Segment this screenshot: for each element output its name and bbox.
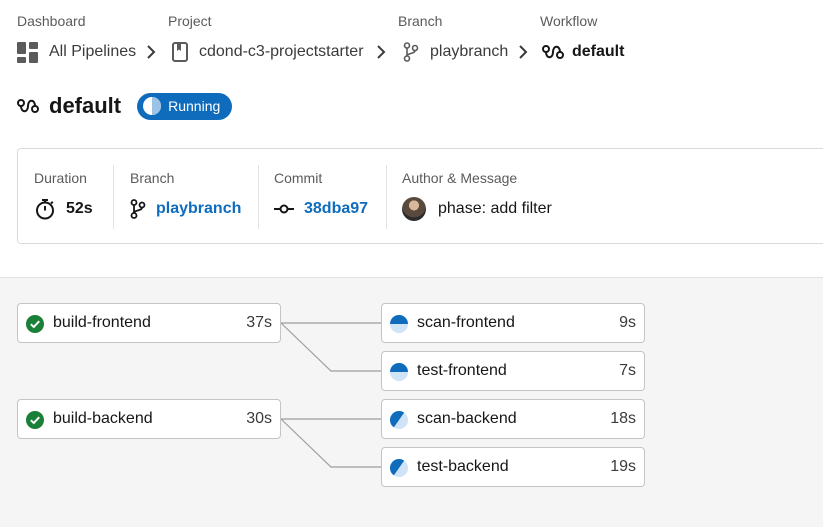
- breadcrumb: All Pipelines cdond-c3-projectstarter pl…: [17, 38, 823, 66]
- chevron-right-icon: [517, 44, 529, 65]
- job-duration: 9s: [619, 314, 636, 331]
- job-build-frontend[interactable]: build-frontend 37s: [17, 303, 281, 343]
- workflow-icon: [17, 97, 39, 115]
- job-scan-frontend[interactable]: scan-frontend 9s: [381, 303, 645, 343]
- duration-label: Duration: [34, 170, 87, 186]
- stopwatch-icon: [34, 198, 56, 220]
- summary-duration: Duration 52s: [18, 149, 114, 243]
- job-build-backend[interactable]: build-backend 30s: [17, 399, 281, 439]
- commit-message: phase: add filter: [438, 200, 552, 217]
- running-icon: [390, 411, 408, 429]
- status-badge: Running: [137, 92, 233, 120]
- breadcrumb-project[interactable]: cdond-c3-projectstarter: [172, 38, 364, 66]
- branch-icon: [130, 199, 146, 219]
- workflow-header: default Running: [17, 90, 233, 122]
- success-icon: [26, 315, 44, 333]
- branch-icon: [403, 42, 419, 62]
- running-icon: [390, 315, 408, 333]
- commit-value: 38dba97: [304, 200, 369, 217]
- status-badge-text: Running: [168, 98, 221, 114]
- job-test-backend[interactable]: test-backend 19s: [381, 447, 645, 487]
- running-icon: [390, 363, 408, 381]
- connector-line: [280, 418, 381, 468]
- summary-branch: Branch playbranch: [114, 149, 258, 243]
- job-name: test-backend: [417, 458, 509, 475]
- chevron-right-icon: [375, 44, 387, 65]
- job-name: test-frontend: [417, 362, 507, 379]
- page-title: default: [49, 93, 122, 118]
- breadcrumb-all-pipelines[interactable]: All Pipelines: [17, 38, 136, 66]
- job-name: build-frontend: [53, 314, 151, 331]
- chevron-right-icon: [145, 44, 157, 65]
- duration-value-row: 52s: [34, 197, 93, 221]
- job-name: scan-frontend: [417, 314, 515, 331]
- workflow-icon: [542, 43, 564, 61]
- summary-author: Author & Message phase: add filter: [386, 149, 823, 243]
- avatar[interactable]: [402, 197, 426, 221]
- branch-label: Branch: [130, 170, 175, 186]
- job-duration: 30s: [246, 410, 272, 427]
- connector-line: [280, 322, 381, 372]
- commit-link[interactable]: 38dba97: [274, 197, 368, 221]
- commit-icon: [274, 203, 294, 215]
- author-message-row: phase: add filter: [402, 197, 552, 221]
- job-scan-backend[interactable]: scan-backend 18s: [381, 399, 645, 439]
- duration-value: 52s: [66, 200, 93, 217]
- commit-label: Commit: [274, 170, 323, 186]
- job-name: build-backend: [53, 410, 153, 427]
- breadcrumb-label-project: Project: [168, 13, 212, 29]
- job-test-frontend[interactable]: test-frontend 7s: [381, 351, 645, 391]
- pipeline-summary: Duration 52s Branch playbranch Commit 38…: [17, 148, 823, 244]
- breadcrumb-branch-text: playbranch: [430, 43, 509, 60]
- branch-value: playbranch: [156, 200, 242, 217]
- job-name: scan-backend: [417, 410, 517, 427]
- breadcrumb-label-workflow: Workflow: [540, 13, 598, 29]
- breadcrumb-all-pipelines-text: All Pipelines: [49, 43, 137, 60]
- workflow-graph: build-frontend 37s scan-frontend 9s test…: [0, 277, 823, 527]
- job-duration: 37s: [246, 314, 272, 331]
- branch-link[interactable]: playbranch: [130, 197, 241, 221]
- breadcrumb-workflow-text: default: [572, 43, 625, 60]
- job-duration: 7s: [619, 362, 636, 379]
- job-duration: 18s: [610, 410, 636, 427]
- breadcrumb-labels: Dashboard Project Branch Workflow: [17, 13, 823, 29]
- running-icon: [390, 459, 408, 477]
- success-icon: [26, 411, 44, 429]
- breadcrumb-label-branch: Branch: [398, 13, 443, 29]
- running-icon: [143, 97, 162, 115]
- job-duration: 19s: [610, 458, 636, 475]
- breadcrumb-project-text: cdond-c3-projectstarter: [199, 43, 364, 60]
- repo-icon: [172, 42, 188, 62]
- dashboard-icon: [17, 41, 38, 63]
- breadcrumb-branch[interactable]: playbranch: [403, 38, 508, 66]
- breadcrumb-label-dashboard: Dashboard: [17, 13, 86, 29]
- summary-commit: Commit 38dba97: [258, 149, 386, 243]
- breadcrumb-workflow[interactable]: default: [542, 38, 624, 66]
- author-label: Author & Message: [402, 170, 518, 186]
